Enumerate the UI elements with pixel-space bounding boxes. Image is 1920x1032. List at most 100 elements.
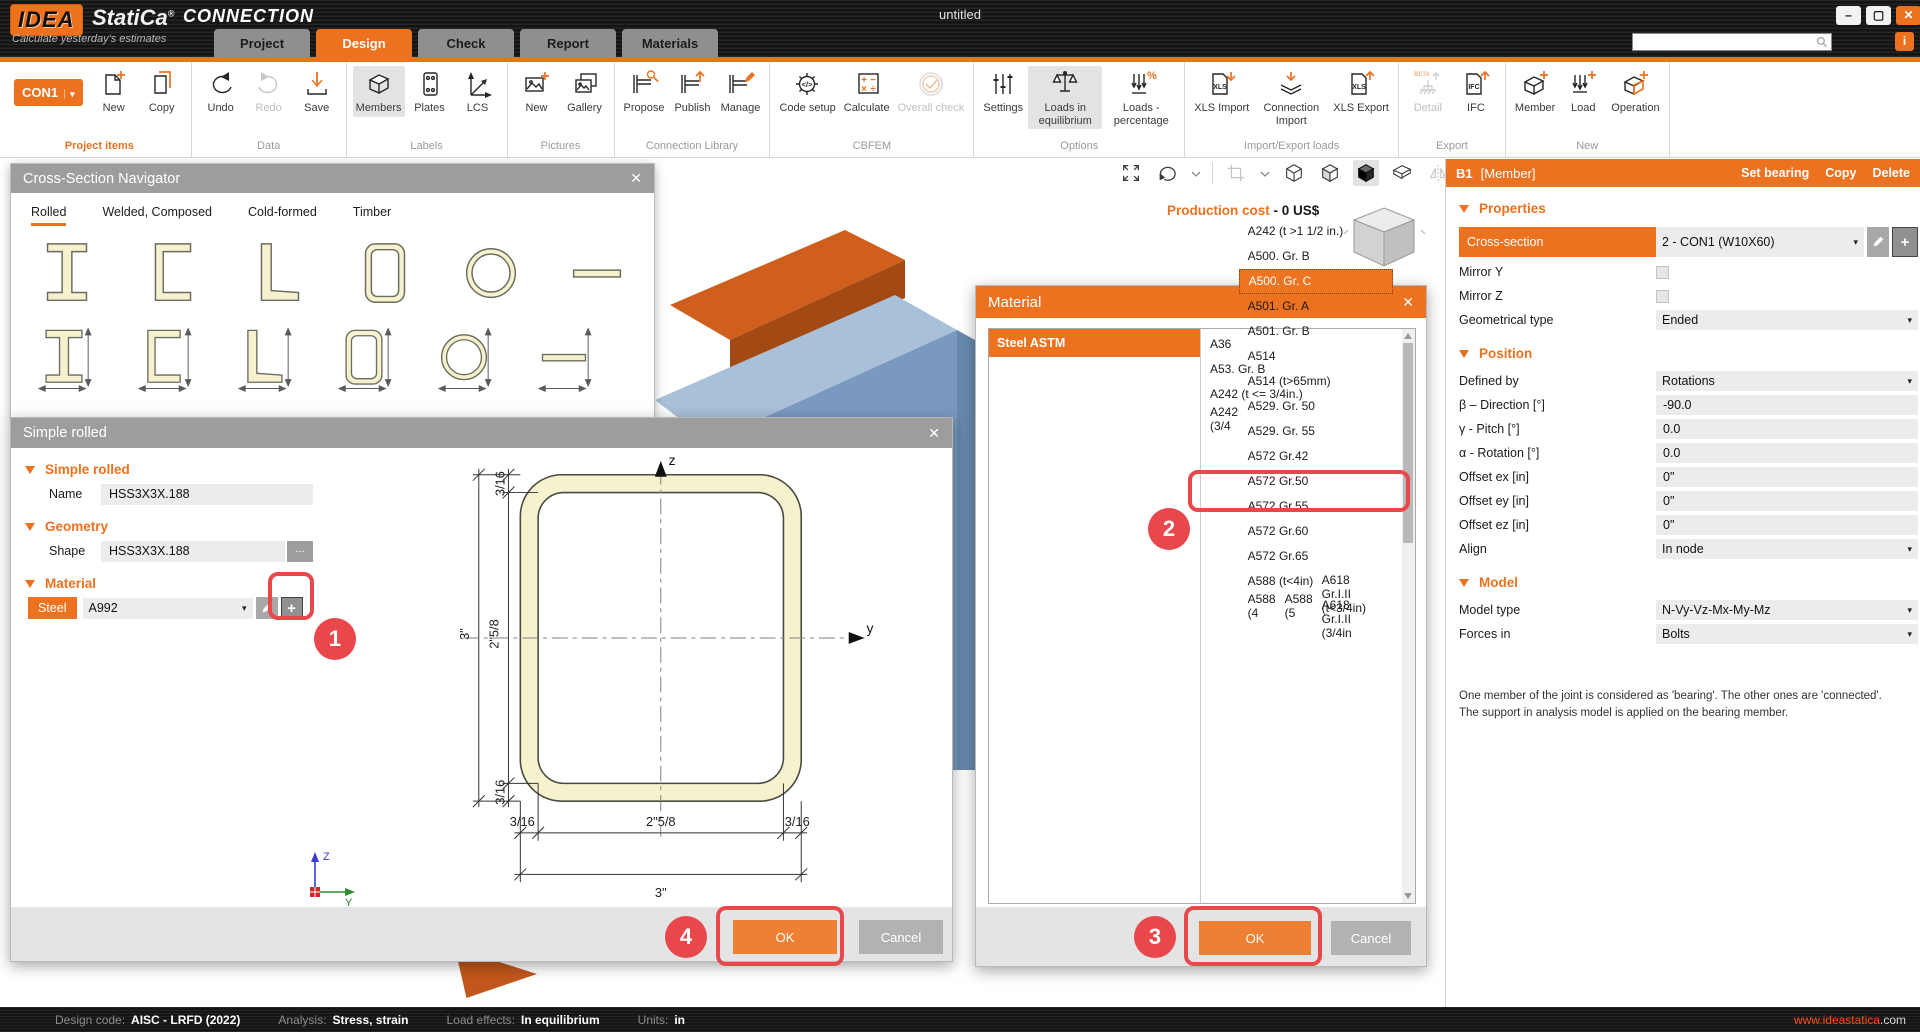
section-shape-chs-section[interactable] — [459, 238, 523, 317]
forces-in-dropdown[interactable]: Bolts▾ — [1656, 624, 1918, 644]
pitch-field[interactable]: 0.0 — [1656, 419, 1918, 439]
section-shape-flat-bar[interactable] — [565, 238, 629, 317]
shape-field[interactable]: HSS3X3X.188 — [101, 541, 285, 562]
section-model[interactable]: Model — [1459, 575, 1920, 590]
name-field[interactable]: HSS3X3X.188 — [101, 484, 313, 505]
tab-design[interactable]: Design — [316, 29, 412, 57]
section-shape-channel-section[interactable] — [141, 238, 205, 317]
vt-crop-icon[interactable] — [1223, 160, 1249, 186]
material-item-a572-gr-50[interactable]: A572 Gr.50 — [1239, 469, 1393, 494]
cross-section-dropdown[interactable]: 2 - CON1 (W10X60)▾ — [1656, 227, 1864, 257]
material-dropdown[interactable]: A992▾ — [83, 598, 253, 619]
tab-check[interactable]: Check — [418, 29, 514, 57]
geometrical-type-dropdown[interactable]: Ended▾ — [1656, 310, 1918, 330]
align-dropdown[interactable]: In node▾ — [1656, 539, 1918, 559]
ribbon-new-button[interactable]: New — [514, 66, 560, 117]
ribbon-calculate-button[interactable]: +−×÷Calculate — [841, 66, 893, 117]
csn-tab-welded-composed[interactable]: Welded, Composed — [102, 205, 212, 226]
tab-materials[interactable]: Materials — [622, 29, 718, 57]
section-shape-i-section[interactable] — [35, 238, 99, 317]
ribbon-connection-import-button[interactable]: Connection Import — [1254, 66, 1328, 129]
csn-tab-cold-formed[interactable]: Cold-formed — [248, 205, 317, 226]
material-item-a529-gr-55[interactable]: A529. Gr. 55 — [1239, 419, 1393, 444]
ribbon-manage-button[interactable]: Manage — [717, 66, 763, 117]
offset-ey-in-field[interactable]: 0" — [1656, 491, 1918, 511]
section-shape-rhs-section-dimensioned[interactable] — [335, 325, 393, 398]
ribbon-save-button[interactable]: Save — [294, 66, 340, 117]
search-input[interactable] — [1633, 35, 1816, 49]
ribbon-load-button[interactable]: Load — [1560, 66, 1606, 117]
maximize-icon[interactable]: ▢ — [1866, 6, 1891, 25]
material-item-a572-gr-42[interactable]: A572 Gr.42 — [1239, 444, 1393, 469]
ribbon-redo-button[interactable]: Redo — [246, 66, 292, 117]
section-shape-angle-section-dimensioned[interactable] — [235, 325, 293, 398]
section-shape-i-section-dimensioned[interactable] — [35, 325, 93, 398]
section-shape-chs-section-dimensioned[interactable] — [435, 325, 493, 398]
chevron-down-icon[interactable] — [1190, 167, 1202, 179]
add-cross-section-button[interactable]: + — [1892, 227, 1918, 257]
ribbon-new-button[interactable]: New — [91, 66, 137, 117]
ribbon-settings-button[interactable]: Settings — [980, 66, 1026, 117]
material-item-a500-gr-b[interactable]: A500. Gr. B — [1239, 244, 1393, 269]
ribbon-xls-import-button[interactable]: XLSXLS Import — [1191, 66, 1252, 117]
ribbon-members-button[interactable]: Members — [353, 66, 405, 117]
section-shape-rhs-section[interactable] — [353, 238, 417, 317]
section-position[interactable]: Position — [1459, 346, 1920, 361]
ribbon-detail-button[interactable]: BETADetail — [1405, 66, 1451, 117]
tab-project[interactable]: Project — [214, 29, 310, 57]
scroll-thumb[interactable] — [1403, 343, 1413, 543]
copy-member-button[interactable]: Copy — [1825, 166, 1856, 180]
material-item-a501-gr-b[interactable]: A501. Gr. B — [1239, 319, 1393, 344]
ribbon-loads-percentage-button[interactable]: %Loads - percentage — [1104, 66, 1178, 129]
units-value[interactable]: in — [674, 1013, 685, 1027]
tab-report[interactable]: Report — [520, 29, 616, 57]
ribbon-code-setup-button[interactable]: </>Code setup — [776, 66, 838, 117]
vt-cube-shaded-icon[interactable] — [1317, 160, 1343, 186]
material-item-a572-gr-55[interactable]: A572 Gr.55 — [1239, 494, 1393, 519]
vt-cube-wire-icon[interactable] — [1281, 160, 1307, 186]
website-link[interactable]: www.ideastatica.com — [1794, 1013, 1906, 1027]
add-material-button[interactable]: + — [281, 597, 303, 619]
scroll-up-icon[interactable] — [1404, 333, 1412, 339]
scroll-down-icon[interactable] — [1404, 893, 1412, 899]
info-icon[interactable]: i — [1895, 32, 1914, 51]
material-item-a618-gr-i-ii-3-4in-t[interactable]: A618 Gr.I.II (3/4in — [1313, 606, 1375, 631]
ribbon-undo-button[interactable]: Undo — [198, 66, 244, 117]
dialog-titlebar[interactable]: Simple rolled ✕ — [11, 418, 952, 448]
scrollbar[interactable] — [1402, 329, 1415, 903]
ribbon-loads-in-equilibrium-button[interactable]: Loads in equilibrium — [1028, 66, 1102, 129]
close-icon[interactable]: ✕ — [630, 170, 642, 187]
cancel-button[interactable]: Cancel — [859, 920, 943, 954]
browse-button[interactable]: ... — [287, 541, 313, 562]
ribbon-operation-button[interactable]: Operation — [1608, 66, 1662, 117]
csn-titlebar[interactable]: Cross-Section Navigator ✕ — [11, 164, 654, 193]
ribbon-overall-check-button[interactable]: Overall check — [895, 66, 968, 117]
material-item-a588-5-t-8in[interactable]: A588 (5A618 Gr.I.II (t<3/4in)A618 Gr.I.I… — [1276, 594, 1384, 619]
model-type-dropdown[interactable]: N-Vy-Vz-Mx-My-Mz▾ — [1656, 600, 1918, 620]
category-steel-astm[interactable]: Steel ASTM — [989, 329, 1200, 357]
defined-by-dropdown[interactable]: Rotations▾ — [1656, 371, 1918, 391]
section-shape-angle-section[interactable] — [247, 238, 311, 317]
ribbon-xls-export-button[interactable]: XLSXLS Export — [1330, 66, 1392, 117]
direction-field[interactable]: -90.0 — [1656, 395, 1918, 415]
design-code-value[interactable]: AISC - LRFD (2022) — [131, 1013, 240, 1027]
minimize-icon[interactable]: – — [1836, 6, 1861, 25]
material-item-a572-gr-60[interactable]: A572 Gr.60 — [1239, 519, 1393, 544]
csn-tab-rolled[interactable]: Rolled — [31, 205, 66, 226]
close-icon[interactable]: ✕ — [1896, 6, 1920, 25]
ribbon-plates-button[interactable]: Plates — [407, 66, 453, 117]
ribbon-copy-button[interactable]: Copy — [139, 66, 185, 117]
section-properties[interactable]: Properties — [1459, 201, 1920, 216]
material-item-a529-gr-50[interactable]: A529. Gr. 50 — [1239, 394, 1393, 419]
material-item-a572-gr-65[interactable]: A572 Gr.65 — [1239, 544, 1393, 569]
csn-tab-timber[interactable]: Timber — [353, 205, 391, 226]
ribbon-gallery-button[interactable]: Gallery — [562, 66, 608, 117]
material-item-a242-t-1-1-2-in[interactable]: A242 (t >1 1/2 in.) — [1239, 219, 1393, 244]
offset-ez-in-field[interactable]: 0" — [1656, 515, 1918, 535]
chevron-down-icon[interactable] — [1259, 167, 1271, 179]
section-shape-flat-bar-dimensioned[interactable] — [535, 325, 593, 398]
vt-rotate-icon[interactable] — [1154, 160, 1180, 186]
ribbon-ifc-button[interactable]: IFCIFC — [1453, 66, 1499, 117]
vt-cube-solid-icon[interactable] — [1353, 160, 1379, 186]
analysis-value[interactable]: Stress, strain — [332, 1013, 408, 1027]
